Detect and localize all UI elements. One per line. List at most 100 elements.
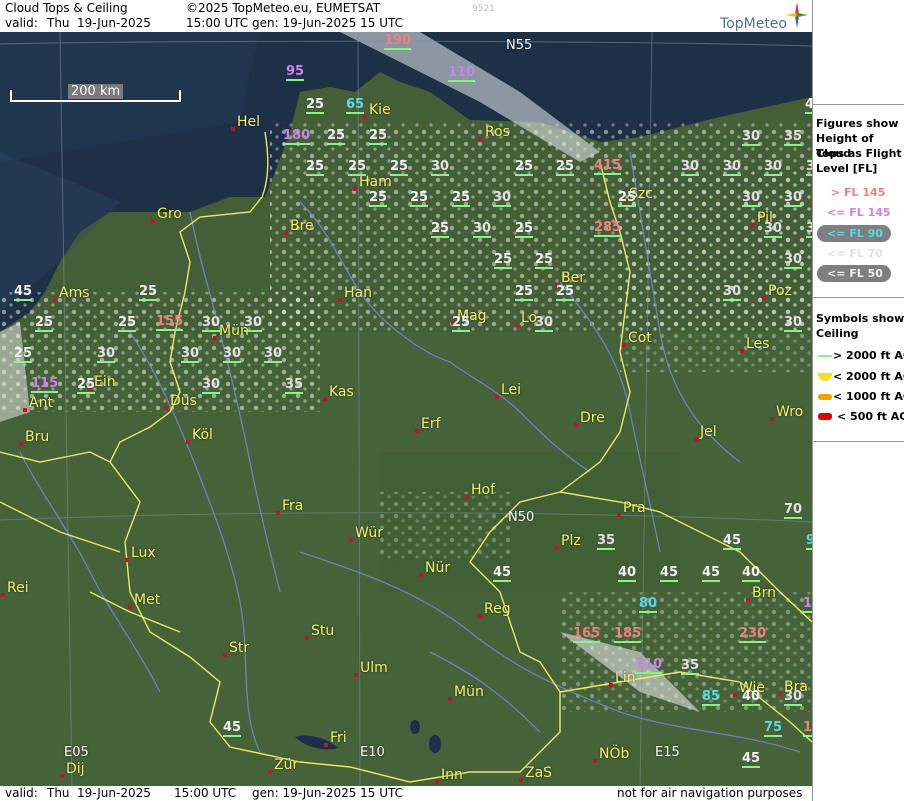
city-marker	[268, 770, 272, 774]
cloud-top-flight-level: 45	[223, 720, 242, 737]
city-marker	[19, 442, 23, 446]
cloud-top-flight-level: 25	[515, 284, 534, 301]
city-marker	[770, 417, 774, 421]
city-marker	[519, 778, 523, 782]
ceiling-yellow-swatch	[818, 373, 832, 381]
footer-valid-time: 15:00 UTC	[174, 786, 237, 800]
cloud-top-flight-level: 95	[286, 64, 305, 81]
city-marker	[435, 780, 439, 784]
city-marker	[128, 605, 132, 609]
city-marker	[479, 137, 483, 141]
city-marker	[324, 743, 328, 747]
map-title: Cloud Tops & Ceiling	[5, 1, 128, 15]
cloud-top-flight-level: 40	[618, 565, 637, 582]
cloud-top-flight-level: 1	[803, 720, 812, 737]
city-label: Han	[344, 285, 372, 301]
cloud-top-flight-level: 25	[618, 190, 637, 207]
cloud-top-flight-level: 30	[764, 221, 783, 238]
city-label: Lei	[501, 382, 522, 398]
city-marker	[515, 323, 519, 327]
footer-gen-time: gen: 19-Jun-2025 15 UTC	[252, 786, 404, 800]
cloud-top-flight-level: 45	[702, 565, 721, 582]
city-label: Kie	[369, 102, 391, 118]
cloud-top-flight-level: 1	[803, 596, 812, 613]
city-marker	[213, 336, 217, 340]
cloud-top-flight-level: 30	[535, 315, 554, 332]
cloud-top-flight-level: 155	[156, 314, 184, 331]
city-label: Erf	[421, 416, 441, 432]
cloud-top-flight-level: 25	[452, 315, 471, 332]
city-label: Köl	[192, 427, 213, 443]
city-marker	[186, 440, 190, 444]
ceiling-green-swatch	[818, 355, 832, 357]
city-label: Hof	[471, 482, 496, 498]
city-label: ZaS	[525, 765, 553, 781]
cloud-top-flight-level: 25	[515, 221, 534, 238]
cloud-top-flight-level: 25	[535, 252, 554, 269]
footer-valid-date: 19-Jun-2025	[77, 786, 151, 800]
cloud-top-flight-level: 70	[784, 502, 803, 519]
satellite-map: 200 km N55 N50 E05 E10 E15 Kie Hel Ros Ham Szc Gr…	[0, 32, 812, 786]
cloud-top-flight-level: 85	[702, 689, 721, 706]
footer-bar: valid: Thu 19-Jun-2025 15:00 UTC gen: 19…	[0, 786, 812, 801]
cloud-top-flight-level: 25	[77, 377, 96, 394]
city-label: Wro	[776, 404, 804, 420]
cloud-top-flight-level: 75	[764, 720, 783, 737]
city-marker	[151, 219, 155, 223]
legend-divider-3	[813, 441, 904, 442]
city-marker	[349, 538, 353, 542]
city-label: Fra	[282, 498, 304, 514]
city-label: Dre	[580, 410, 605, 426]
ceiling-above-2000: > 2000 ft AGL	[833, 349, 904, 362]
city-label: Gro	[157, 206, 182, 222]
city-marker	[60, 774, 64, 778]
valid-label: valid:	[5, 16, 38, 30]
grid-label: E15	[655, 745, 680, 760]
cloud-top-flight-level: 30	[493, 190, 512, 207]
frame-number: 9521	[472, 4, 495, 14]
city-label: Plz	[561, 533, 581, 549]
cloud-top-flight-level: 80	[639, 596, 658, 613]
city-marker	[555, 546, 559, 550]
cloud-top-flight-level: 25	[515, 159, 534, 176]
cloud-top-flight-level: 30	[264, 346, 283, 363]
cloud-top-flight-level: 4	[805, 97, 812, 114]
city-marker	[762, 296, 766, 300]
cloud-top-flight-level: 190	[384, 33, 412, 50]
city-label: Ein	[94, 374, 116, 390]
city-marker	[305, 636, 309, 640]
city-marker	[746, 598, 750, 602]
cloud-top-flight-level: 30	[764, 159, 783, 176]
city-marker	[751, 223, 755, 227]
cloud-top-flight-level: 25	[118, 315, 137, 332]
cloud-top-flight-level: 25	[369, 128, 388, 145]
cloud-top-flight-level: 30	[244, 315, 263, 332]
city-marker	[363, 115, 367, 119]
city-marker	[733, 693, 737, 697]
cloud-top-flight-level: 25	[431, 221, 450, 238]
city-marker	[231, 127, 235, 131]
grid-label: E10	[360, 745, 385, 760]
city-label: Poz	[768, 283, 792, 299]
city-label: Ulm	[360, 660, 388, 676]
cloud-top-flight-level: 30	[784, 315, 803, 332]
city-marker	[740, 349, 744, 353]
city-marker	[419, 573, 423, 577]
city-label: Cot	[628, 330, 652, 346]
city-label: Reg	[484, 601, 511, 617]
topmeteo-logo: TopMeteo	[720, 16, 787, 32]
city-marker	[323, 397, 327, 401]
cloud-top-flight-level: 185	[614, 626, 642, 643]
cloud-top-flight-level: 45	[723, 533, 742, 550]
city-label: Nür	[425, 560, 451, 576]
city-label: Rei	[7, 580, 29, 596]
valid-date: 19-Jun-2025	[77, 16, 151, 30]
city-marker	[495, 395, 499, 399]
city-label: Ams	[59, 285, 90, 301]
ceiling-below-2000: < 2000 ft AGL	[833, 370, 904, 383]
legend-symbols-title-2: Ceiling	[816, 327, 859, 340]
ceiling-orange-swatch	[818, 394, 832, 400]
ceiling-below-1000: < 1000 ft AGL	[833, 390, 904, 403]
grid-label: N55	[506, 38, 533, 53]
cloud-top-flight-level: 40	[742, 689, 761, 706]
